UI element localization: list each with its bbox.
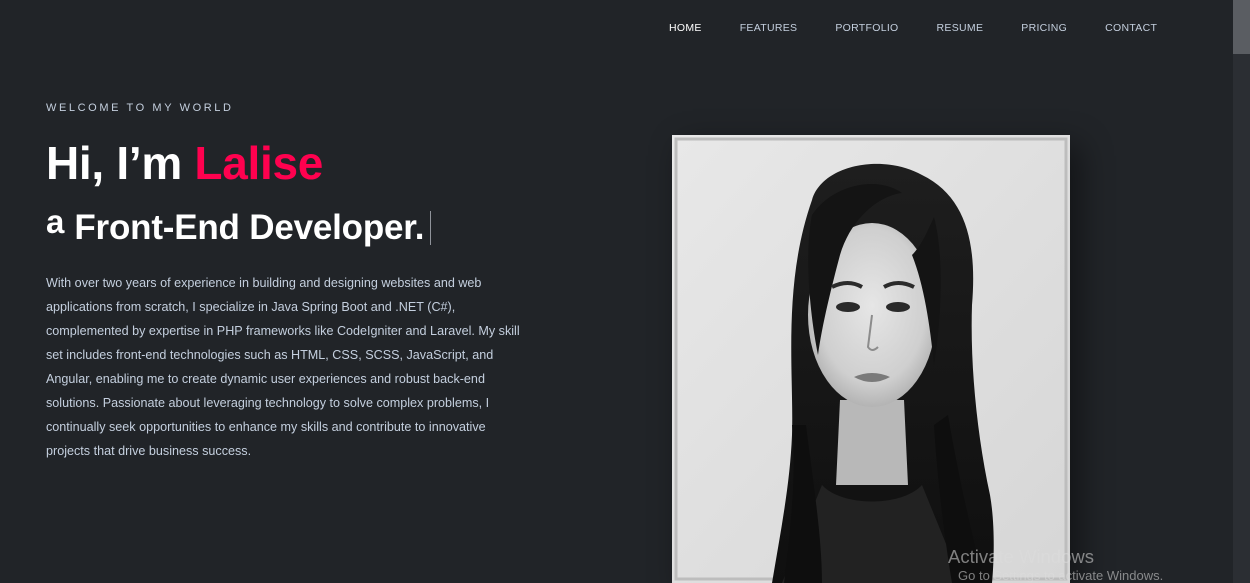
nav-features-link[interactable]: FEATURES <box>740 22 798 34</box>
hero-role-line: a Front-End Developer. <box>46 203 432 251</box>
nav-portfolio-link[interactable]: PORTFOLIO <box>835 22 898 34</box>
windows-activation-watermark: Activate Windows Go to Settings to activ… <box>948 546 1163 583</box>
main-nav: HOME FEATURES PORTFOLIO RESUME PRICING C… <box>669 22 1157 34</box>
scrollbar-thumb[interactable] <box>1233 0 1250 54</box>
watermark-subtitle: Go to Settings to activate Windows. <box>958 568 1164 583</box>
hero-headline: Hi, I’m Lalise <box>46 137 323 189</box>
profile-photo <box>672 135 1070 583</box>
greeting-text: Hi, I’m <box>46 137 195 189</box>
role-prefix: a <box>46 203 65 240</box>
page-scrollbar[interactable] <box>1233 0 1250 583</box>
nav-pricing-link[interactable]: PRICING <box>1021 22 1067 34</box>
page: HOME FEATURES PORTFOLIO RESUME PRICING C… <box>0 0 1250 583</box>
typing-cursor <box>430 211 432 245</box>
hero-name: Lalise <box>194 137 324 189</box>
nav-contact-link[interactable]: CONTACT <box>1105 22 1157 34</box>
nav-resume-link[interactable]: RESUME <box>937 22 984 34</box>
hero-bio: With over two years of experience in bui… <box>46 276 520 458</box>
nav-home-link[interactable]: HOME <box>669 22 702 34</box>
hero-role: Front-End Developer. <box>74 208 425 247</box>
watermark-title: Activate Windows <box>948 546 1094 567</box>
welcome-eyebrow: WELCOME TO MY WORLD <box>46 102 234 114</box>
